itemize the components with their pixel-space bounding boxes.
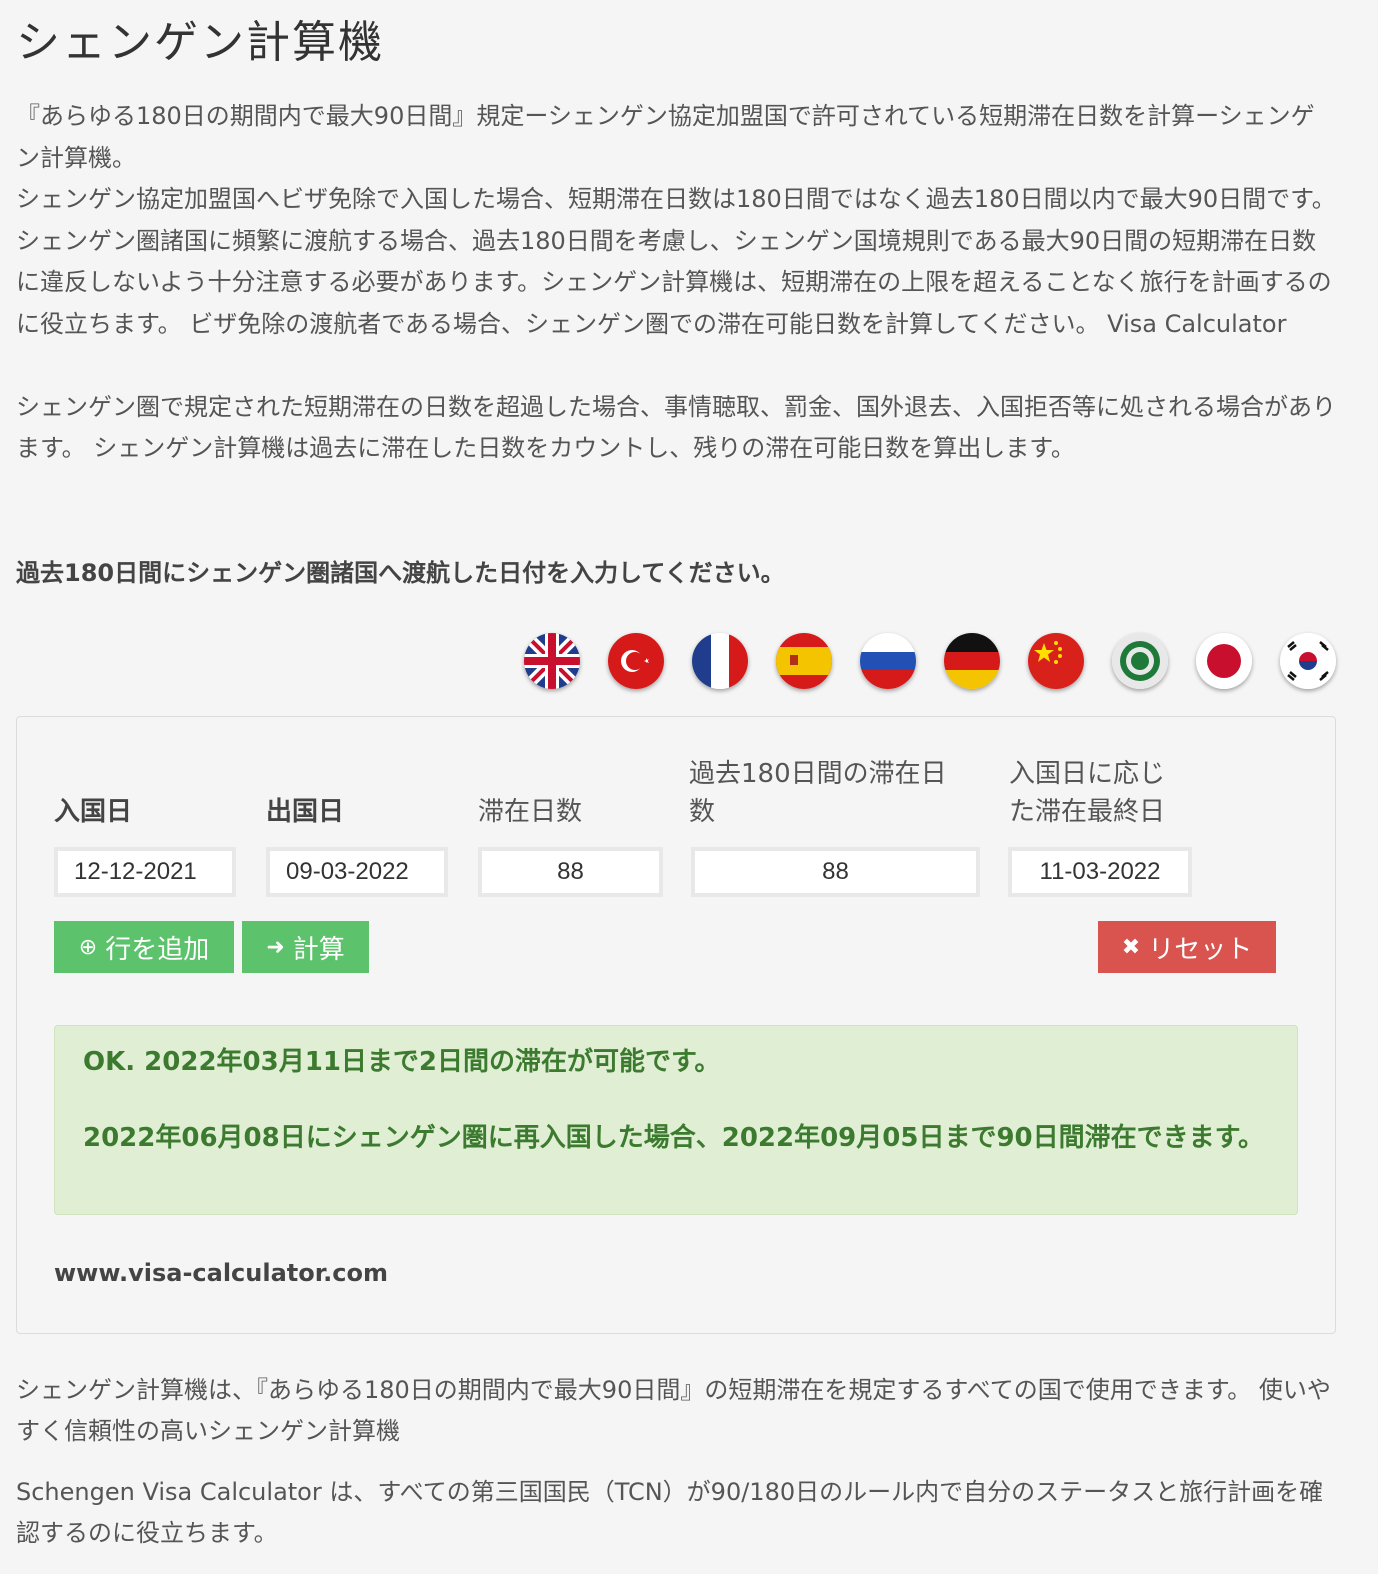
- last-stay-day-field[interactable]: [1008, 847, 1192, 897]
- turkey-flag-icon[interactable]: [608, 633, 664, 689]
- site-url: www.visa-calculator.com: [54, 1259, 389, 1287]
- russia-flag-icon[interactable]: [860, 633, 916, 689]
- header-exit-date: 出国日: [266, 797, 345, 827]
- intro-paragraph: シェンゲン協定加盟国へビザ免除で入国した場合、短期滞在日数は180日間ではなく過…: [16, 185, 1336, 338]
- exit-date-input[interactable]: [266, 847, 448, 897]
- result-line-2: 2022年06月08日にシェンゲン圏に再入国した場合、2022年09月05日まで…: [83, 1123, 1265, 1153]
- korea-flag-icon[interactable]: [1280, 633, 1336, 689]
- calculator-panel: 入国日 出国日 滞在日数 過去180日間の滞在日 数 入国日に応じ た滞在最終日…: [16, 716, 1336, 1334]
- language-flags: [524, 633, 1336, 689]
- intro-paragraph: シェンゲン圏で規定された短期滞在の日数を超過した場合、事情聴取、罰金、国外退去、…: [16, 392, 1336, 463]
- result-alert: OK. 2022年03月11日まで2日間の滞在が可能です。 2022年06月08…: [54, 1025, 1298, 1215]
- header-past-180-days: 過去180日間の滞在日 数: [689, 759, 947, 827]
- spain-flag-icon[interactable]: [776, 633, 832, 689]
- result-line-1: OK. 2022年03月11日まで2日間の滞在が可能です。: [83, 1047, 721, 1077]
- arrow-right-icon: ➜: [266, 934, 285, 960]
- intro-text: 『あらゆる180日の期間内で最大90日間』規定ーシェンゲン協定加盟国で許可されて…: [16, 96, 1338, 470]
- header-stay-days: 滞在日数: [478, 797, 583, 827]
- header-last-stay-day: 入国日に応じ た滞在最終日: [1009, 759, 1166, 827]
- calculate-button[interactable]: ➜ 計算: [242, 921, 369, 973]
- add-row-button[interactable]: ⊕ 行を追加: [54, 921, 234, 973]
- arab-league-flag-icon[interactable]: [1112, 633, 1168, 689]
- germany-flag-icon[interactable]: [944, 633, 1000, 689]
- outro-paragraph: Schengen Visa Calculator は、すべての第三国国民（TCN…: [16, 1478, 1324, 1547]
- header-entry-date: 入国日: [54, 797, 133, 827]
- date-prompt: 過去180日間にシェンゲン圏諸国へ渡航した日付を入力してください。: [16, 559, 785, 587]
- france-flag-icon[interactable]: [692, 633, 748, 689]
- page-title: シェンゲン計算機: [16, 17, 384, 68]
- stay-days-field[interactable]: [478, 847, 663, 897]
- plus-circle-icon: ⊕: [78, 934, 98, 960]
- outro-paragraph: シェンゲン計算機は、『あらゆる180日の期間内で最大90日間』の短期滞在を規定す…: [16, 1376, 1331, 1445]
- reset-button[interactable]: ✖ リセット: [1098, 921, 1276, 973]
- uk-flag-icon[interactable]: [524, 633, 580, 689]
- japan-flag-icon[interactable]: [1196, 633, 1252, 689]
- past-180-days-field[interactable]: [691, 847, 980, 897]
- entry-date-input[interactable]: [54, 847, 236, 897]
- china-flag-icon[interactable]: [1028, 633, 1084, 689]
- close-icon: ✖: [1121, 934, 1141, 960]
- intro-paragraph: 『あらゆる180日の期間内で最大90日間』規定ーシェンゲン協定加盟国で許可されて…: [16, 102, 1315, 172]
- outro-text: シェンゲン計算機は、『あらゆる180日の期間内で最大90日間』の短期滞在を規定す…: [16, 1370, 1338, 1574]
